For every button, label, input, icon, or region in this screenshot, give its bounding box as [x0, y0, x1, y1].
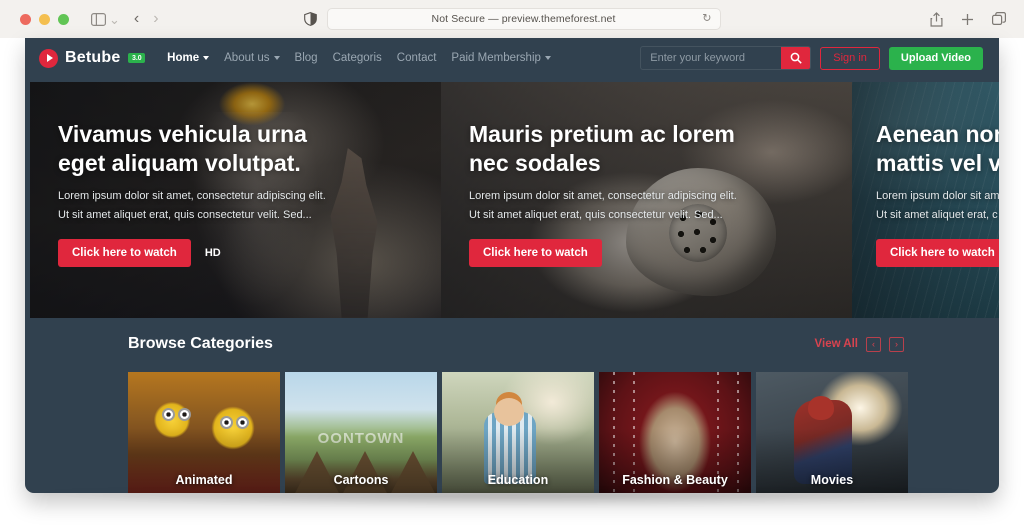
- hero-slide-3-description: Lorem ipsum dolor sit am Ut sit amet ali…: [876, 187, 999, 225]
- hero-slide-1-quality-badge: HD: [204, 246, 221, 259]
- category-card-cartoons[interactable]: OONTOWN Cartoons: [285, 372, 437, 493]
- plus-icon[interactable]: [961, 13, 974, 26]
- page-viewport: Betube 3.0 Home About us Blog Categoris …: [25, 38, 999, 493]
- hero-slide-3-title: Aenean non mattis vel v: [876, 120, 999, 178]
- upload-video-button[interactable]: Upload Video: [888, 46, 983, 70]
- hero-slide-1-description-line2: Ut sit amet aliquet erat, quis consectet…: [58, 208, 312, 221]
- nav-item-blog-label: Blog: [294, 52, 318, 64]
- browser-chrome-right-controls: [930, 0, 1006, 38]
- chevron-down-icon: [273, 56, 280, 60]
- chevron-down-icon: [544, 56, 551, 60]
- brand-logo[interactable]: Betube 3.0: [39, 48, 146, 68]
- hero-slide-3-title-line2: mattis vel v: [876, 149, 999, 176]
- hero-slide-3-content: Aenean non mattis vel v Lorem ipsum dolo…: [852, 82, 999, 318]
- hero-slider[interactable]: Vivamus vehicula urna eget aliquam volut…: [30, 82, 999, 318]
- category-card-animated[interactable]: Animated: [128, 372, 280, 493]
- section-title: Browse Categories: [128, 335, 273, 352]
- nav-item-contact-label: Contact: [396, 52, 437, 64]
- categories-controls: View All ‹ ›: [815, 336, 904, 352]
- hero-slide-1-description: Lorem ipsum dolor sit amet, consectetur …: [58, 187, 348, 225]
- category-card-cartoons-label: Cartoons: [333, 473, 389, 487]
- hero-slide-2-title: Mauris pretium ac lorem nec sodales: [469, 121, 735, 176]
- hero-slide-1-description-line1: Lorem ipsum dolor sit amet, consectetur …: [58, 189, 326, 202]
- hero-slide-1-title: Vivamus vehicula urna eget aliquam volut…: [58, 121, 307, 176]
- sign-in-button[interactable]: Sign in: [820, 46, 880, 70]
- browse-categories-header: Browse Categories View All ‹ ›: [25, 326, 999, 362]
- hero-slide-2-description-line1: Lorem ipsum dolor sit amet, consectetur …: [469, 189, 737, 202]
- category-card-movies-label: Movies: [810, 473, 854, 487]
- play-icon: [39, 48, 58, 68]
- share-icon[interactable]: [930, 11, 943, 27]
- hero-slide-3-title-line1: Aenean non: [876, 121, 999, 147]
- tabs-overview-icon[interactable]: [992, 12, 1006, 26]
- reload-icon[interactable]: ↻: [702, 13, 711, 25]
- hero-slide-3[interactable]: Aenean non mattis vel v Lorem ipsum dolo…: [852, 82, 999, 318]
- category-card-education-label: Education: [487, 473, 549, 487]
- hero-slide-1-content: Vivamus vehicula urna eget aliquam volut…: [30, 82, 441, 318]
- hero-slide-1[interactable]: Vivamus vehicula urna eget aliquam volut…: [30, 82, 441, 318]
- nav-item-home[interactable]: Home: [167, 52, 210, 64]
- category-card-fashion-beauty-label: Fashion & Beauty: [622, 473, 728, 487]
- category-card-fashion-beauty[interactable]: Fashion & Beauty: [599, 372, 751, 493]
- hero-slide-1-actions: Click here to watch HD: [58, 238, 441, 267]
- hero-slide-2[interactable]: Mauris pretium ac lorem nec sodales Lore…: [441, 82, 852, 318]
- browser-address-area: Not Secure — preview.themeforest.net ↻: [0, 0, 1024, 38]
- nav-item-paid-membership-label: Paid Membership: [451, 52, 541, 64]
- nav-item-home-label: Home: [167, 52, 200, 64]
- categories-prev-button[interactable]: ‹: [866, 336, 881, 352]
- brand-name: Betube: [65, 49, 121, 66]
- main-navigation: Home About us Blog Categoris Contact Pai…: [167, 52, 551, 64]
- address-bar-text: Not Secure — preview.themeforest.net: [431, 13, 616, 25]
- nav-item-paid-membership[interactable]: Paid Membership: [451, 52, 551, 64]
- hero-slide-3-watch-button[interactable]: Click here to watch: [876, 238, 999, 267]
- category-card-movies[interactable]: Movies: [756, 372, 908, 493]
- navbar-actions: Sign in Upload Video: [640, 46, 983, 70]
- hero-slide-1-watch-button[interactable]: Click here to watch: [58, 238, 191, 267]
- hero-slide-2-content: Mauris pretium ac lorem nec sodales Lore…: [441, 82, 852, 318]
- hero-slide-3-description-line2: Ut sit amet aliquet erat, c: [876, 208, 998, 221]
- nav-item-categoris-label: Categoris: [332, 52, 382, 64]
- nav-item-about-us-label: About us: [224, 52, 270, 64]
- search-form: [640, 46, 812, 70]
- browser-chrome: ⌄ ‹ › Not Secure — preview.themeforest.n…: [0, 0, 1024, 38]
- chevron-down-icon: [203, 56, 210, 60]
- hero-slide-3-actions: Click here to watch: [876, 238, 999, 267]
- hero-slide-2-description: Lorem ipsum dolor sit amet, consectetur …: [469, 187, 759, 225]
- nav-item-about-us[interactable]: About us: [224, 52, 280, 64]
- brand-version-badge: 3.0: [128, 53, 146, 63]
- hero-slide-2-actions: Click here to watch: [469, 238, 852, 267]
- site-navbar: Betube 3.0 Home About us Blog Categoris …: [25, 38, 999, 78]
- window-drop-shadow: [38, 492, 986, 506]
- address-bar[interactable]: Not Secure — preview.themeforest.net ↻: [326, 8, 721, 30]
- hero-slide-2-description-line2: Ut sit amet aliquet erat, quis consectet…: [469, 208, 723, 221]
- search-input[interactable]: [641, 47, 782, 69]
- browse-categories-section: Browse Categories View All ‹ › Animated: [25, 326, 999, 493]
- category-card-education[interactable]: Education: [442, 372, 594, 493]
- view-all-link[interactable]: View All: [815, 338, 858, 350]
- category-grid: Animated OONTOWN Cartoons Education: [25, 362, 999, 493]
- nav-item-categoris[interactable]: Categoris: [333, 52, 382, 64]
- category-card-animated-label: Animated: [175, 473, 233, 487]
- privacy-shield-icon: [303, 12, 317, 26]
- search-button[interactable]: [781, 47, 811, 69]
- categories-next-button[interactable]: ›: [889, 336, 904, 352]
- hero-slide-3-description-line1: Lorem ipsum dolor sit am: [876, 189, 999, 202]
- hero-slide-2-watch-button[interactable]: Click here to watch: [469, 238, 602, 267]
- nav-item-blog[interactable]: Blog: [295, 52, 318, 64]
- nav-item-contact[interactable]: Contact: [397, 52, 437, 64]
